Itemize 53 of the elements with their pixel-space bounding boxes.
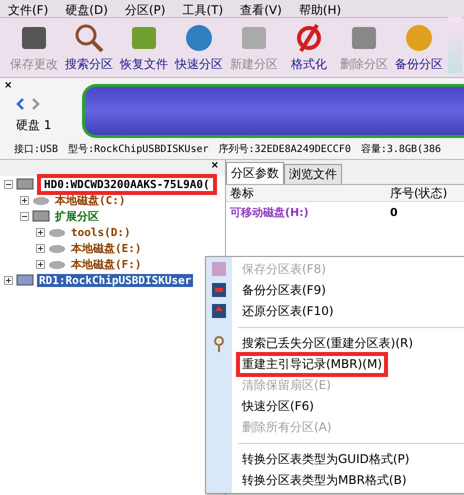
magnifier-icon (212, 336, 226, 352)
menu-item[interactable]: 备份分区表(F9) (242, 282, 326, 299)
collapse-icon[interactable] (20, 212, 29, 220)
toolbar-button[interactable]: 快速分区 (173, 22, 225, 73)
disk-info: 接口:USB (14, 142, 58, 156)
toolbar-button[interactable]: 格式化 (283, 22, 335, 73)
tree-item[interactable]: HD0:WDCWD3200AAKS-75L9A0( (42, 178, 212, 190)
menu-item[interactable]: 重建主引导记录(MBR)(M) (242, 356, 382, 373)
tree-item[interactable]: tools(D:) (69, 226, 133, 238)
disk-down-icon (212, 283, 226, 297)
toolbar-button[interactable]: 恢复文件 (118, 22, 170, 73)
expand-icon[interactable] (36, 244, 45, 252)
column-header[interactable]: 卷标 (226, 184, 386, 202)
menu-item[interactable]: 帮助(H) (298, 2, 342, 15)
menu-item[interactable]: 转换分区表类型为MBR格式(B) (242, 472, 407, 489)
disk-info: 序列号:32EDE8A249DECCF0 (218, 142, 351, 156)
menu-item[interactable]: 搜索已丢失分区(重建分区表)(R) (242, 335, 414, 352)
expand-icon[interactable] (4, 276, 13, 284)
drive-icon (48, 226, 66, 238)
menu-item[interactable]: 查看(V) (240, 2, 282, 15)
menu-item[interactable]: 转换分区表类型为GUID格式(P) (242, 451, 410, 468)
menu-item[interactable]: 快速分区(F6) (242, 398, 314, 415)
toolbar-button[interactable]: 备份分区 (393, 22, 445, 73)
tree-item[interactable]: RD1:RockChipUSBDISKUser (37, 274, 194, 286)
table-cell-text: 0 (389, 206, 399, 218)
column-header[interactable]: 序号(状态) (386, 184, 456, 202)
expand-icon[interactable] (36, 260, 45, 268)
tree-item[interactable]: 本地磁盘(F:) (69, 256, 144, 272)
menu-item[interactable]: 还原分区表(F10) (242, 303, 334, 320)
toolbar-button[interactable]: 搜索分区 (63, 22, 115, 73)
tab[interactable]: 浏览文件 (284, 164, 342, 184)
menu-item[interactable]: 硬盘(D) (65, 2, 108, 15)
tree-item[interactable]: 扩展分区 (53, 208, 101, 224)
disk-info: 容量:3.8GB(386 (360, 142, 442, 156)
menu-item[interactable]: 分区(P) (124, 2, 166, 15)
table-cell-text: 可移动磁盘(H:) (229, 204, 310, 220)
tab[interactable]: 分区参数 (226, 162, 284, 184)
menu-item[interactable]: 文件(F) (8, 2, 48, 15)
expand-icon[interactable] (20, 196, 29, 204)
collapse-icon[interactable] (4, 180, 13, 188)
drive-icon (32, 194, 50, 206)
drive-icon (48, 258, 66, 270)
close-button[interactable]: × (210, 160, 219, 176)
disk-up-icon (212, 304, 226, 318)
expand-icon[interactable] (36, 228, 45, 236)
menu-item[interactable]: 工具(T) (182, 2, 224, 15)
tree-item[interactable]: 本地磁盘(C:) (53, 192, 128, 208)
disk-label: 硬盘 1 (15, 117, 52, 134)
disk-info: 型号:RockChipUSBDISKUser (68, 142, 209, 156)
close-button[interactable]: × (4, 80, 74, 91)
drive-icon (48, 242, 66, 254)
tree-item[interactable]: 本地磁盘(E:) (69, 240, 144, 256)
search-tool-icon (73, 22, 105, 54)
